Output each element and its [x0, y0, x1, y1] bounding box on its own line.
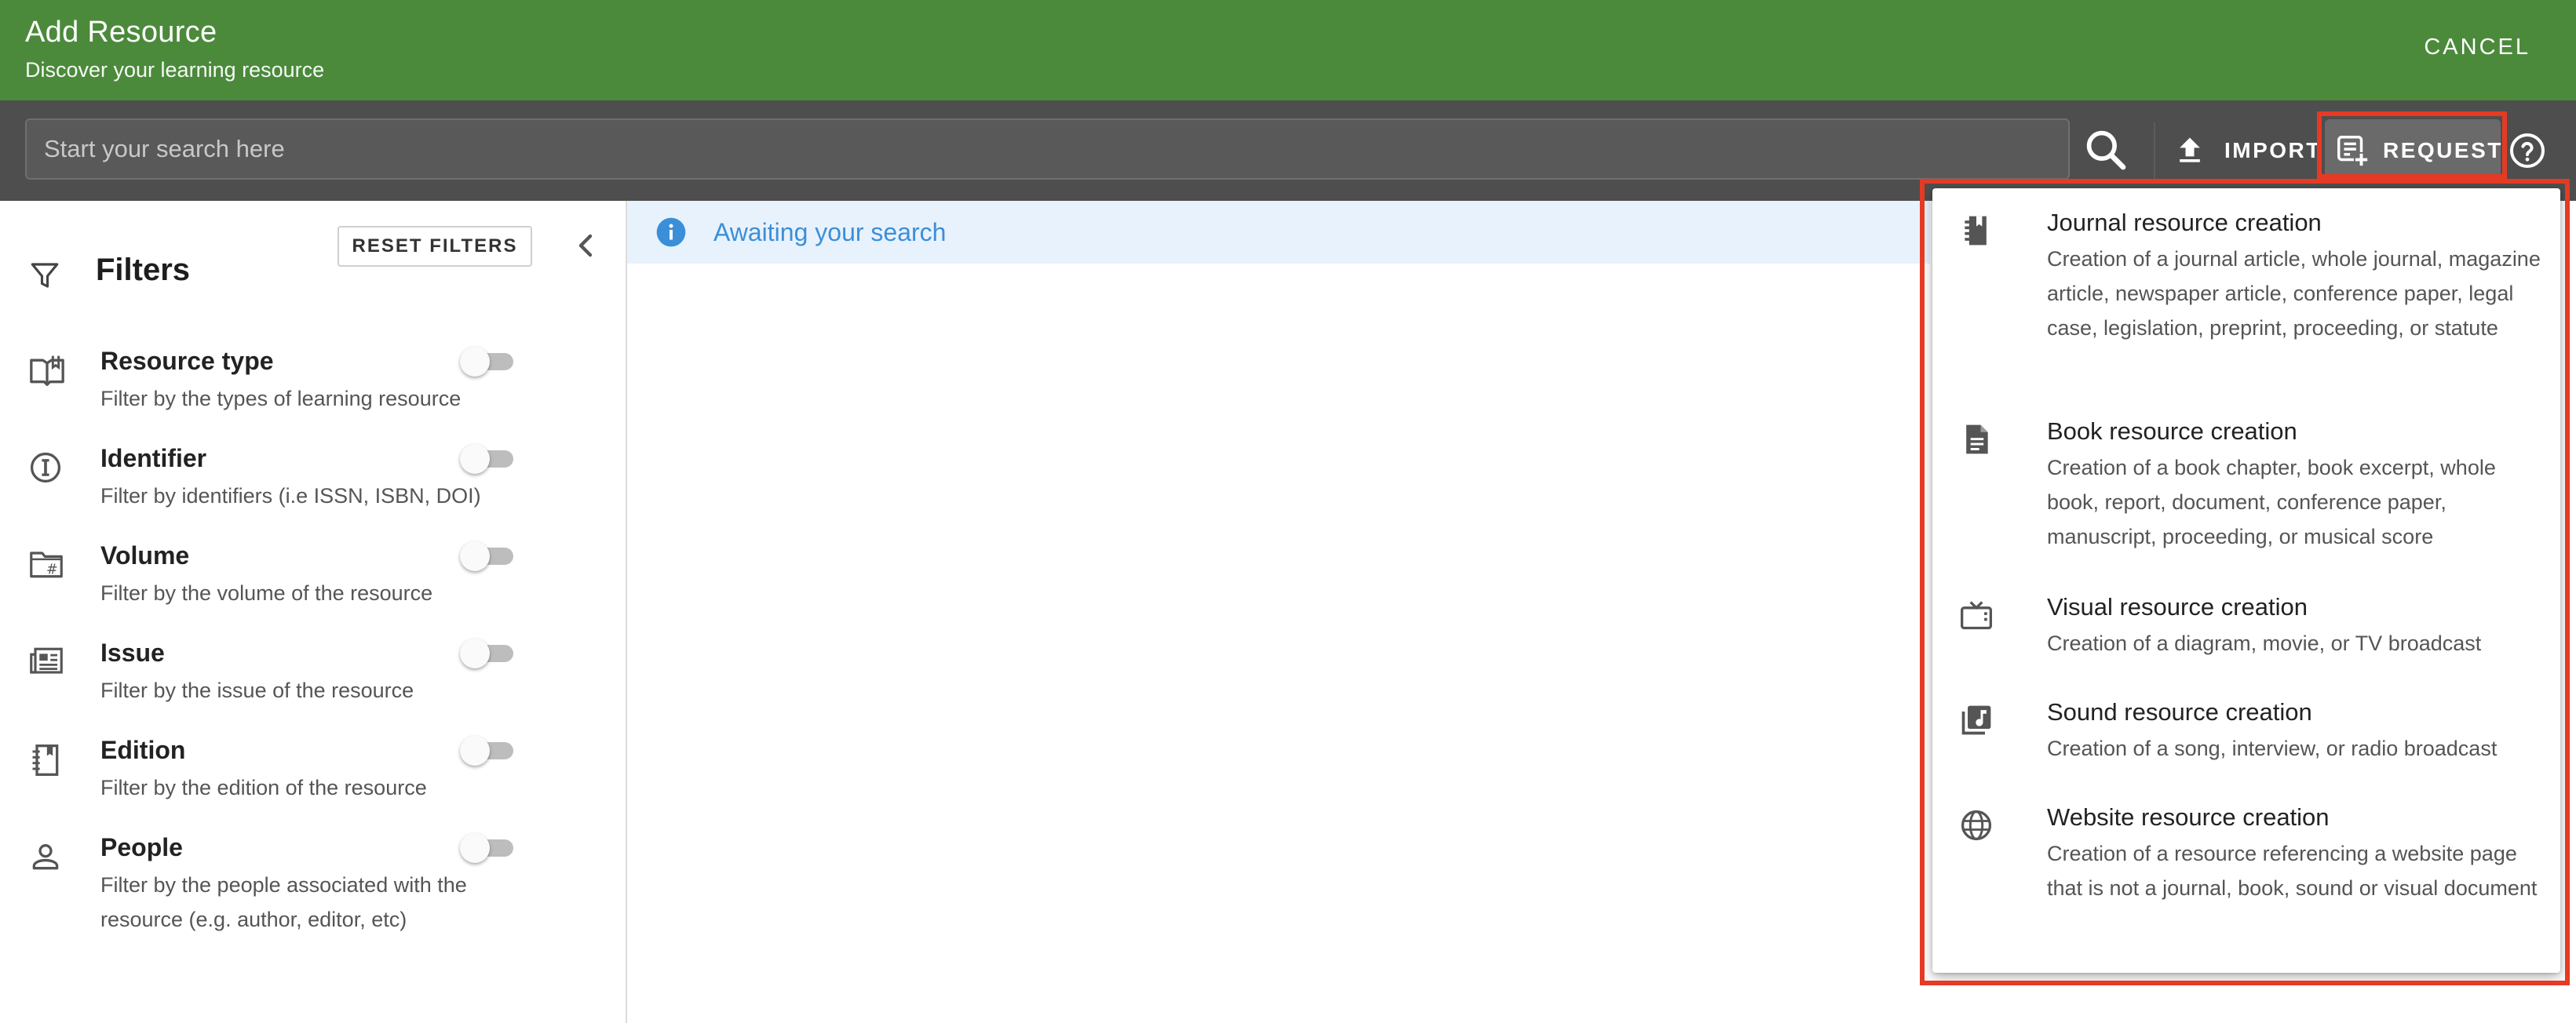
- filter-name: Resource type: [100, 347, 274, 375]
- filter-description: Filter by the volume of the resource: [100, 581, 433, 605]
- folder-hash-icon: #: [28, 548, 64, 581]
- filter-description: Filter by the types of learning resource: [100, 387, 462, 410]
- filter-name: Issue: [100, 639, 165, 667]
- info-icon: [655, 217, 687, 248]
- filter-resource-type: Resource type Filter by the types of lea…: [0, 347, 626, 433]
- toggle-knob: [460, 347, 490, 377]
- cancel-button[interactable]: CANCEL: [2424, 35, 2530, 60]
- filter-issue: Issue Filter by the issue of the resourc…: [0, 639, 626, 725]
- import-button[interactable]: IMPORT: [2173, 127, 2322, 174]
- toggle-knob: [460, 541, 490, 571]
- request-menu-highlight: [1920, 179, 2570, 985]
- filter-people: People Filter by the people associated w…: [0, 833, 626, 931]
- filter-edition: Edition Filter by the edition of the res…: [0, 736, 626, 822]
- toggle-knob: [460, 444, 490, 474]
- identifier-info-icon: [28, 450, 63, 485]
- search-status-alert: Awaiting your search: [627, 201, 1930, 264]
- newspaper-icon: [28, 645, 64, 678]
- import-label: IMPORT: [2224, 138, 2322, 162]
- filter-icon: [28, 259, 61, 292]
- identifier-toggle[interactable]: [460, 444, 516, 474]
- info-message: Awaiting your search: [713, 217, 947, 246]
- filter-description: Filter by the issue of the resource: [100, 679, 414, 702]
- toggle-knob: [460, 639, 490, 668]
- page-title: Add Resource: [25, 16, 217, 49]
- person-icon: [28, 839, 63, 874]
- filter-name: Identifier: [100, 444, 207, 472]
- filter-name: Volume: [100, 541, 190, 570]
- toggle-knob: [460, 736, 490, 766]
- svg-text:#: #: [46, 562, 58, 577]
- search-input[interactable]: [25, 118, 2070, 180]
- filter-identifier: Identifier Filter by identifiers (i.e IS…: [0, 444, 626, 530]
- filter-name: Edition: [100, 736, 186, 764]
- filter-description: Filter by identifiers (i.e ISSN, ISBN, D…: [100, 484, 481, 508]
- search-icon[interactable]: [2082, 126, 2130, 174]
- filter-name: People: [100, 833, 183, 861]
- filter-description: Filter by the edition of the resource: [100, 776, 427, 799]
- upload-icon: [2173, 133, 2207, 168]
- toolbar-divider: [2154, 122, 2155, 179]
- filters-title: Filters: [96, 253, 191, 287]
- chevron-left-icon[interactable]: [573, 226, 598, 265]
- issue-toggle[interactable]: [460, 639, 516, 668]
- toggle-knob: [460, 833, 490, 863]
- filters-sidebar: RESET FILTERS Filters Resource type Filt…: [0, 201, 627, 1023]
- open-book-icon: [28, 353, 66, 388]
- filter-volume: # Volume Filter by the volume of the res…: [0, 541, 626, 628]
- notebook-icon: [28, 742, 63, 778]
- filter-description: Filter by the people associated with the…: [100, 873, 467, 931]
- reset-filters-button[interactable]: RESET FILTERS: [338, 226, 532, 267]
- resource-type-toggle[interactable]: [460, 347, 516, 377]
- page-subtitle: Discover your learning resource: [25, 58, 325, 82]
- help-icon[interactable]: [2508, 132, 2546, 169]
- app-header: Add Resource Discover your learning reso…: [0, 0, 2576, 100]
- request-button-highlight: [2317, 111, 2507, 179]
- people-toggle[interactable]: [460, 833, 516, 863]
- edition-toggle[interactable]: [460, 736, 516, 766]
- volume-toggle[interactable]: [460, 541, 516, 571]
